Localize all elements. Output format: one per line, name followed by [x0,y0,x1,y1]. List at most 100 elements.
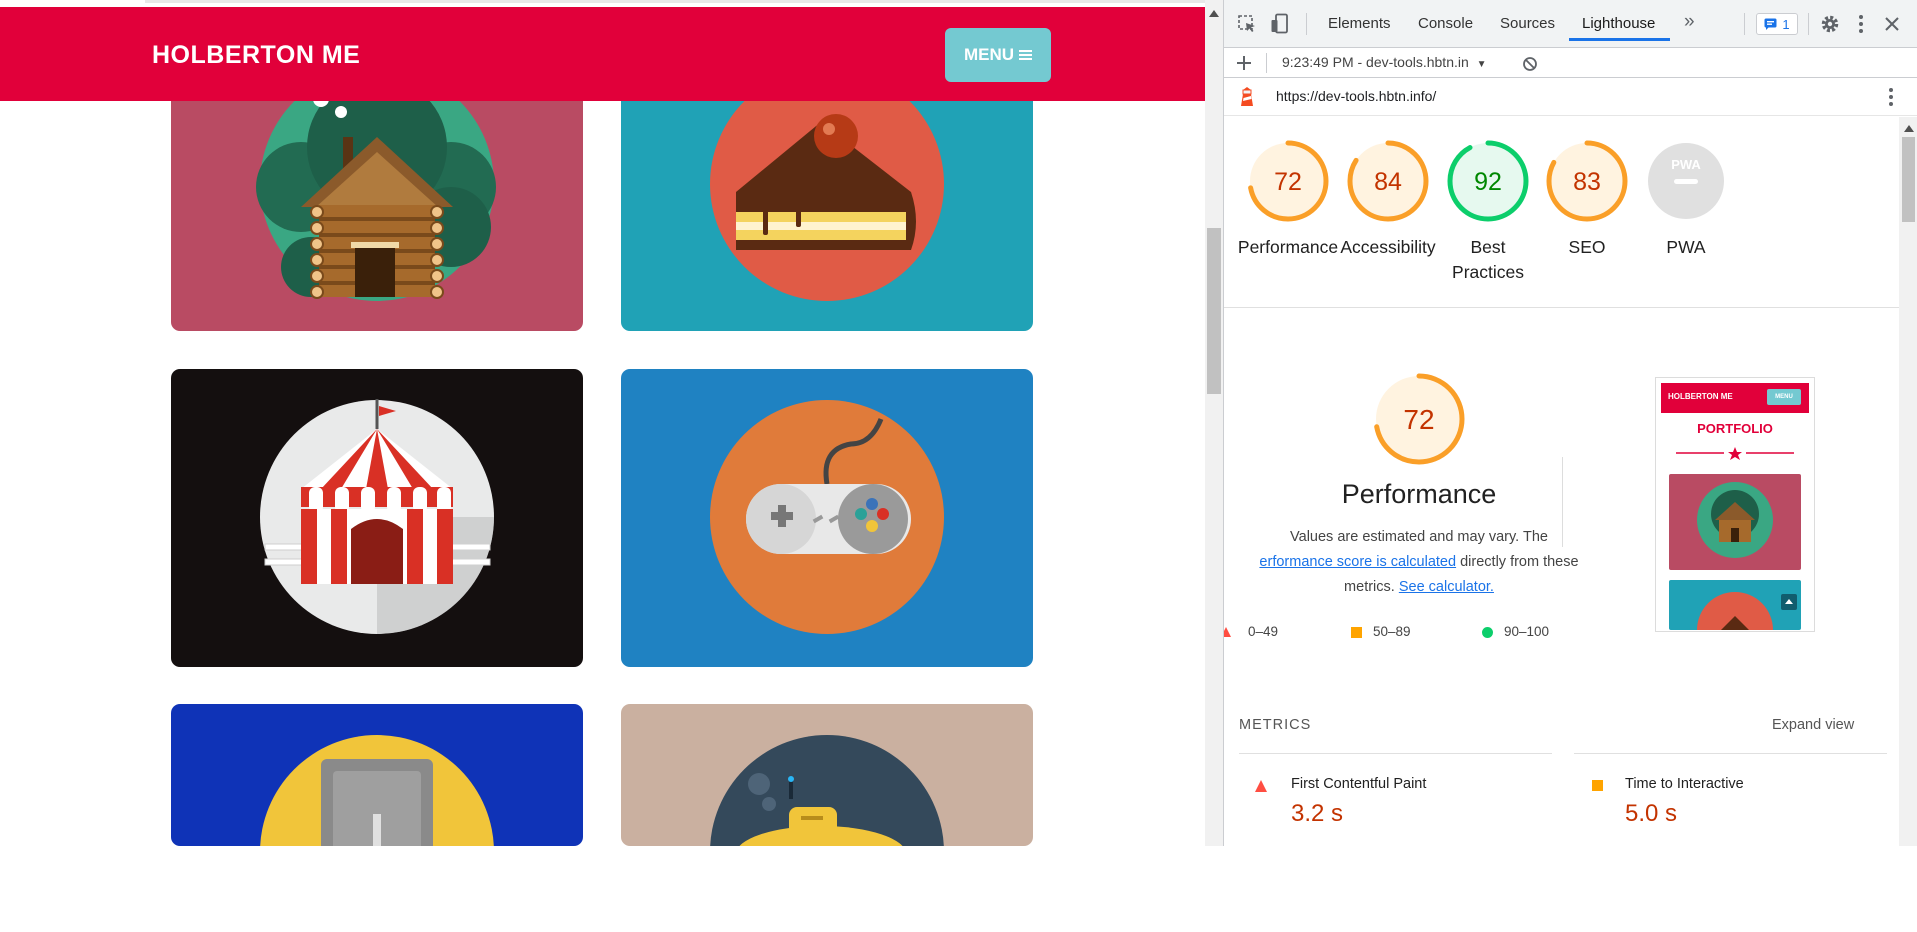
thumb-portfolio-heading: PORTFOLIO [1697,421,1773,436]
devtools-panel: Elements Console Sources Lighthouse » 1 [1223,0,1917,846]
toolbar-separator [1808,13,1809,35]
metric-divider [1574,753,1887,754]
screen: HOLBERTON ME MENU Elements Console Sourc… [0,0,1917,932]
scroll-up-arrow-icon[interactable] [1904,125,1914,132]
gauge-ring: 84 [1347,140,1429,222]
page-top-strip [0,0,1205,7]
metric-value-time-to-interactive: 5.0 s [1625,800,1678,827]
portfolio-card-cake[interactable] [621,77,1033,331]
new-report-plus-icon[interactable] [1236,55,1252,71]
portfolio-card-controller[interactable] [621,369,1033,667]
metric-name-first-contentful-paint: First Contentful Paint [1291,776,1427,792]
circus-tent-illustration [171,369,583,667]
portfolio-card-cabin[interactable] [171,77,583,331]
gauge-score-value: 72 [1274,168,1302,196]
page-scrollbar[interactable] [1205,0,1223,846]
toolbar-separator [1306,13,1307,35]
cake-illustration [621,77,1033,331]
performance-score-calculated-link[interactable]: erformance score is calculated [1259,554,1456,570]
portfolio-card-circus[interactable] [171,369,583,667]
report-scrollbar-thumb[interactable] [1902,137,1915,222]
report-menu-vertical-icon[interactable] [1887,87,1895,107]
site-brand[interactable]: HOLBERTON ME [152,41,360,70]
legend-fail-range: 0–49 [1248,624,1279,639]
legend-pass-range: 90–100 [1504,624,1550,639]
active-tab-indicator [1569,38,1670,41]
legend-pass: 90–100 [1482,624,1549,639]
expand-view-link[interactable]: Expand view [1772,717,1854,733]
average-square-icon [1592,780,1603,791]
toolbar-separator [1266,53,1267,73]
performance-desc-line1: Values are estimated and may vary. The [1290,529,1548,545]
dropdown-triangle-icon: ▼ [1476,59,1487,70]
report-select-value: 9:23:49 PM - dev-tools.hbtn.in [1282,54,1469,70]
performance-description: Values are estimated and may vary. The e… [1224,525,1619,600]
pwa-dash-icon [1674,179,1698,184]
metric-divider [1239,753,1552,754]
report-url[interactable]: https://dev-tools.hbtn.info/ [1276,88,1436,104]
issues-counter-button[interactable]: 1 [1756,13,1798,35]
portfolio-card-safe[interactable] [171,704,583,846]
page-scrollbar-thumb[interactable] [1207,228,1221,394]
thumb-star-divider [1676,447,1794,460]
thumb-cake-card [1669,580,1801,630]
thumb-brand: HOLBERTON ME [1668,392,1733,401]
clear-block-icon[interactable] [1522,56,1538,72]
gauge-ring: 92 [1447,140,1529,222]
cabin-illustration [171,77,583,331]
gauge-ring: PWA [1648,143,1724,219]
tab-lighthouse[interactable]: Lighthouse [1582,15,1655,32]
legend-average: 50–89 [1351,624,1411,639]
site-navbar: HOLBERTON ME MENU [0,7,1205,101]
hamburger-icon [1019,49,1033,61]
tab-elements[interactable]: Elements [1328,15,1391,32]
performance-desc-line2: directly from these [1456,554,1579,570]
report-url-bar: https://dev-tools.hbtn.info/ [1224,78,1917,116]
thumb-cabin-card [1669,474,1801,570]
gauge-score-value: 83 [1573,168,1601,196]
lighthouse-report: 72 Performance 84 Accessibility 92 Best Practi… [1224,117,1899,846]
see-calculator-link[interactable]: See calculator. [1399,579,1494,595]
tab-console[interactable]: Console [1418,15,1473,32]
gauge-ring: 72 [1247,140,1329,222]
report-scrollbar[interactable] [1899,117,1917,846]
tab-sources[interactable]: Sources [1500,15,1555,32]
legend-average-range: 50–89 [1373,624,1411,639]
final-screenshot-thumbnail[interactable]: HOLBERTON ME MENU PORTFOLIO [1655,377,1815,632]
scroll-up-arrow-icon[interactable] [1209,10,1219,17]
average-square-icon [1351,627,1362,638]
submarine-illustration [621,704,1033,846]
performance-heading: Performance [1341,479,1497,509]
pwa-badge-text: PWA [1671,157,1701,172]
issues-count: 1 [1782,16,1790,32]
fail-triangle-icon [1224,627,1231,637]
close-devtools-icon[interactable] [1884,16,1900,32]
menu-button-label: MENU [963,45,1015,64]
portfolio-card-submarine[interactable] [621,704,1033,846]
metrics-heading: METRICS [1239,717,1312,733]
issues-message-icon [1764,18,1777,30]
inspect-element-icon[interactable] [1237,14,1257,34]
toolbar-separator [1744,13,1745,35]
legend-fail: 0–49 [1224,624,1278,639]
performance-big-score: 72 [1403,404,1434,435]
lighthouse-report-toolbar: 9:23:49 PM - dev-tools.hbtn.in ▼ [1224,48,1917,78]
devtools-main-toolbar: Elements Console Sources Lighthouse » 1 [1224,0,1917,48]
gauge-score-value: 92 [1474,168,1502,196]
device-toolbar-icon[interactable] [1270,13,1290,35]
menu-button[interactable]: MENU [945,28,1051,82]
fail-triangle-icon [1255,780,1267,792]
score-gauge-pwa[interactable]: PWA PWA [1625,139,1747,260]
settings-gear-icon[interactable] [1820,14,1840,34]
more-options-vertical-icon[interactable] [1857,14,1865,34]
thumb-menu-button: MENU [1767,389,1801,405]
report-select-dropdown[interactable]: 9:23:49 PM - dev-tools.hbtn.in ▼ [1282,54,1487,70]
page-viewport: HOLBERTON ME MENU [0,0,1205,846]
metric-name-time-to-interactive: Time to Interactive [1625,776,1744,792]
gauge-label: PWA [1666,237,1706,257]
pass-circle-icon [1482,627,1493,638]
safe-illustration [171,704,583,846]
performance-big-gauge: 72 [1373,373,1465,465]
more-tabs-chevron-icon[interactable]: » [1684,11,1695,33]
game-controller-illustration [621,369,1033,667]
